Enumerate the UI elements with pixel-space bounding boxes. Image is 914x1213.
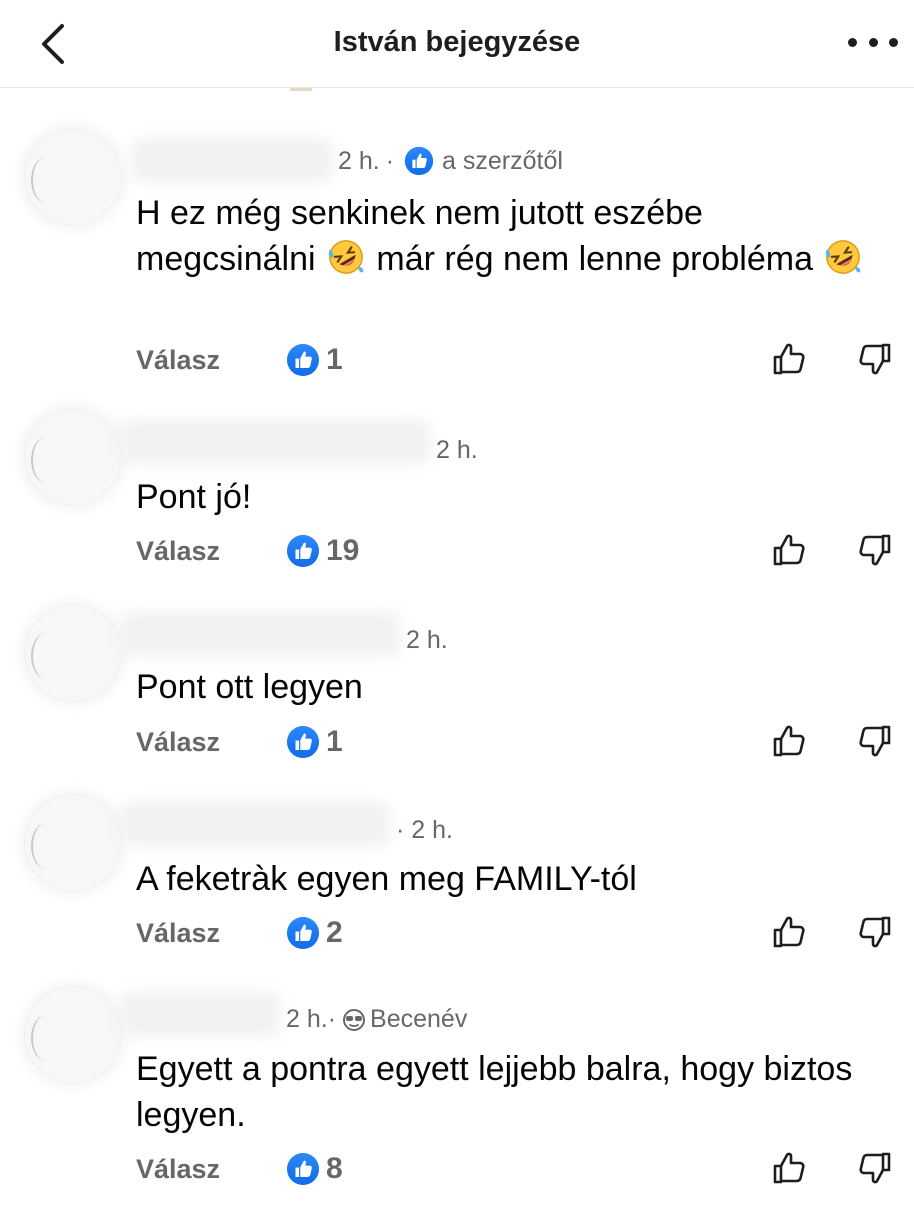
avatar-shape	[31, 157, 61, 203]
page-title: István bejegyzése	[333, 26, 581, 58]
comment-actions: Válasz 1	[136, 722, 343, 762]
comment-actions: Válasz 1	[136, 340, 343, 380]
avatar-shape	[31, 1015, 61, 1061]
thumbs-up-outline-icon[interactable]	[770, 722, 808, 760]
reaction-count[interactable]: 8	[286, 1152, 343, 1186]
comment-actions: Válasz 8	[136, 1149, 343, 1189]
thumbs-up-bubble-icon	[286, 534, 320, 568]
commenter-name-redacted[interactable]	[120, 420, 430, 464]
rolling-on-floor-laughing-emoji	[824, 238, 862, 276]
thumbs-up-bubble-icon	[404, 146, 434, 176]
avatar[interactable]	[24, 128, 122, 226]
reply-button[interactable]: Válasz	[136, 1154, 286, 1185]
like-count: 1	[326, 343, 343, 376]
thumbs-up-outline-icon[interactable]	[770, 1149, 808, 1187]
comment-time: 2 h.·	[286, 1005, 337, 1033]
thumbs-up-outline-icon[interactable]	[770, 340, 808, 378]
like-count: 1	[326, 725, 343, 758]
commenter-name-redacted[interactable]	[120, 992, 280, 1036]
comment-time: 2 h.	[436, 436, 478, 464]
sunglasses-icon	[342, 1008, 366, 1032]
meta-separator: ·	[385, 146, 395, 175]
reply-button[interactable]: Válasz	[136, 536, 286, 567]
rolling-on-floor-laughing-emoji	[327, 238, 365, 276]
reaction-count[interactable]: 2	[286, 916, 343, 950]
more-options-button[interactable]	[848, 30, 898, 54]
thumbs-down-outline-icon[interactable]	[856, 1149, 894, 1187]
reaction-count[interactable]: 1	[286, 343, 343, 377]
avatar-shape	[31, 633, 61, 679]
more-dot	[889, 37, 898, 47]
thumbs-up-bubble-icon	[286, 916, 320, 950]
more-dot	[868, 37, 878, 47]
top-bar: István bejegyzése	[0, 0, 914, 88]
nickname-badge: Becenév	[342, 1005, 467, 1034]
comment-time: · 2 h.	[396, 816, 453, 844]
comment-actions: Válasz 2	[136, 913, 343, 953]
avatar[interactable]	[24, 408, 122, 506]
author-badge-label: a szerzőtől	[442, 146, 563, 175]
comment-time: 2 h.	[406, 626, 448, 654]
comment-text: Egyett a pontra egyett lejjebb balra, ho…	[136, 1050, 853, 1134]
avatar-shape	[31, 823, 61, 869]
thumbs-up-outline-icon[interactable]	[770, 913, 808, 951]
like-count: 2	[326, 916, 343, 949]
thumbs-down-outline-icon[interactable]	[856, 531, 894, 569]
comment-actions: Válasz 19	[136, 531, 359, 571]
reaction-count[interactable]: 1	[286, 725, 343, 759]
like-count: 19	[326, 534, 360, 567]
thumbs-down-outline-icon[interactable]	[856, 340, 894, 378]
thumbs-down-outline-icon[interactable]	[856, 913, 894, 951]
thumbs-up-outline-icon[interactable]	[770, 531, 808, 569]
avatar[interactable]	[24, 794, 122, 892]
commenter-name-redacted[interactable]	[120, 612, 400, 656]
avatar[interactable]	[24, 604, 122, 702]
thumbs-up-bubble-icon	[286, 725, 320, 759]
like-count: 8	[326, 1152, 343, 1185]
comment-text-part: már rég nem lenne probléma	[366, 240, 823, 278]
commenter-name-redacted[interactable]	[120, 802, 390, 846]
thumbs-up-bubble-icon	[286, 343, 320, 377]
comment-meta: 2 h. · a szerzőtől	[338, 146, 563, 176]
avatar[interactable]	[24, 986, 122, 1084]
comment-text: Pont ott legyen	[136, 668, 363, 706]
comment-meta: 2 h.	[406, 626, 448, 655]
author-badge: a szerzőtől	[404, 146, 563, 176]
nickname-label: Becenév	[370, 1005, 468, 1033]
comment-text: A feketràk egyen meg FAMILY-tól	[136, 860, 637, 898]
comment-text: Pont jó!	[136, 478, 252, 516]
thumbs-up-bubble-icon	[286, 1152, 320, 1186]
comment-meta: · 2 h.	[396, 816, 453, 845]
divider-speck	[290, 88, 312, 91]
reply-button[interactable]: Válasz	[136, 727, 286, 758]
avatar-shape	[31, 437, 61, 483]
comment-meta: 2 h.	[436, 436, 478, 465]
comment-meta: 2 h.· Becenév	[286, 1005, 467, 1034]
comment-time: 2 h.	[338, 146, 380, 175]
reply-button[interactable]: Válasz	[136, 918, 286, 949]
thumbs-down-outline-icon[interactable]	[856, 722, 894, 760]
reply-button[interactable]: Válasz	[136, 345, 286, 376]
commenter-name-redacted[interactable]	[132, 138, 332, 182]
more-dots-icon	[848, 37, 857, 47]
comment-text: H ez még senkinek nem jutott eszébe megc…	[136, 190, 876, 282]
reaction-count[interactable]: 19	[286, 534, 359, 568]
